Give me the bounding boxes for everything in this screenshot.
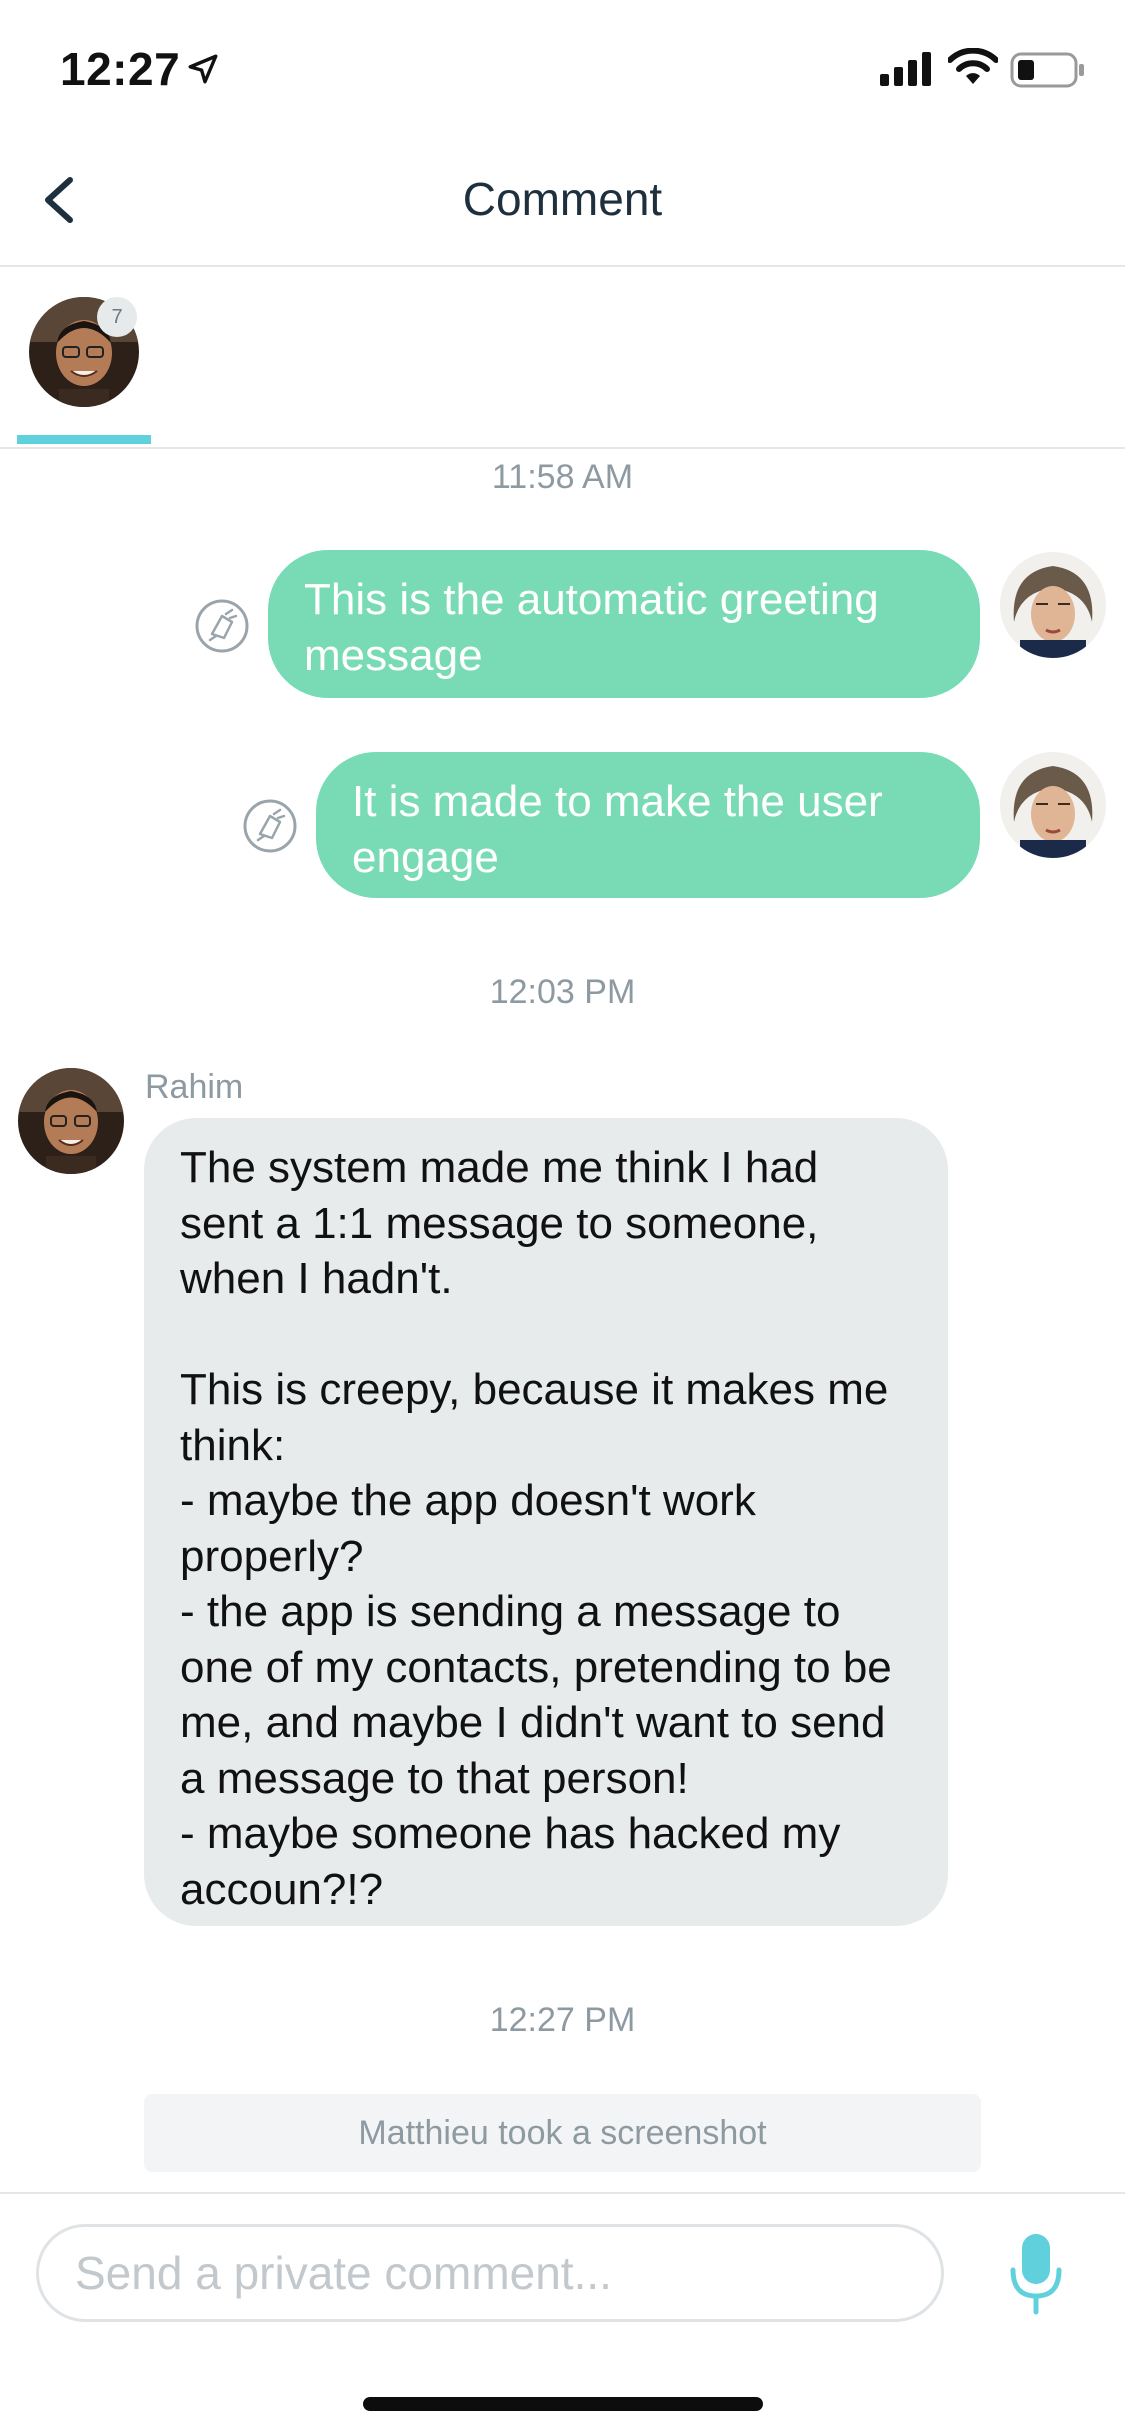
home-indicator: [363, 2397, 763, 2411]
location-arrow-icon: [188, 54, 218, 84]
battery-icon: [1010, 52, 1084, 88]
participants-strip: 7: [0, 267, 1125, 449]
nav-bar: Comment: [0, 132, 1125, 267]
comment-input[interactable]: [36, 2224, 944, 2322]
page-title: Comment: [462, 173, 663, 225]
timestamp: 12:27 PM: [489, 2001, 636, 2039]
avatar[interactable]: [1000, 552, 1106, 658]
comment-composer: [0, 2192, 1125, 2436]
timestamp: 12:03 PM: [489, 973, 636, 1011]
active-tab-indicator: [17, 435, 151, 444]
status-time: 12:27: [60, 43, 181, 95]
status-bar: 12:27: [0, 0, 1125, 132]
auto-message-icon: [243, 799, 297, 853]
avatar[interactable]: [18, 1068, 124, 1174]
incoming-message[interactable]: The system made me think I had sent a 1:…: [144, 1118, 948, 1926]
avatar[interactable]: [1000, 752, 1106, 858]
signal-icon: [880, 52, 931, 86]
microphone-icon[interactable]: [1008, 2232, 1064, 2316]
outgoing-message[interactable]: This is the automatic greeting message: [268, 550, 980, 698]
participant-count-badge: 7: [97, 297, 137, 337]
wifi-icon: [948, 48, 998, 84]
timestamp: 11:58 AM: [491, 458, 634, 496]
auto-message-icon: [195, 599, 249, 653]
screenshot-notice: Matthieu took a screenshot: [144, 2094, 981, 2172]
sender-name: Rahim: [145, 1068, 244, 1106]
outgoing-message[interactable]: It is made to make the user engage: [316, 752, 980, 898]
